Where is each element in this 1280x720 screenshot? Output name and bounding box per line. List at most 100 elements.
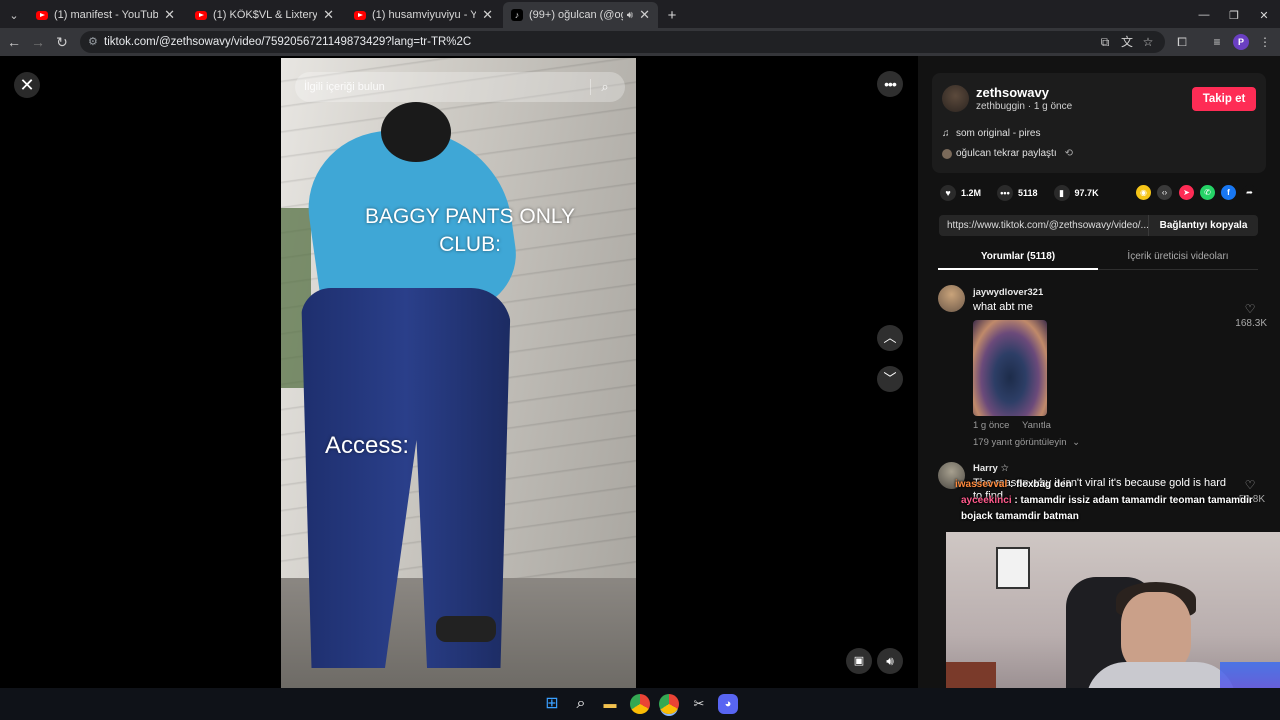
comment-count: 5118 [1018, 188, 1038, 198]
heart-icon: ♥ [940, 185, 956, 201]
follow-button[interactable]: Takip et [1192, 87, 1256, 111]
restore-icon[interactable]: ❐ [1224, 4, 1244, 26]
sound-row[interactable]: ♫ som original - pires [942, 128, 1040, 139]
share-arrow-icon[interactable]: ➦ [1242, 185, 1257, 200]
address-bar[interactable]: ⚙ tiktok.com/@zethsowavy/video/759205672… [80, 31, 1165, 53]
comment-reply-link[interactable]: Yanıtla [1022, 420, 1051, 431]
window-close-icon[interactable]: ✕ [1254, 4, 1274, 26]
comment-icon: ••• [997, 185, 1014, 201]
previous-video-chevron-up-icon[interactable]: ︿ [877, 325, 903, 351]
save-count: 97.7K [1074, 188, 1099, 198]
like-button[interactable]: ♥ 1.2M [940, 185, 981, 201]
close-video-icon[interactable]: ✕ [14, 72, 40, 98]
floating-player-icon[interactable]: ▣ [846, 648, 872, 674]
repost-row: oğulcan tekrar paylaştı ⟲ [942, 148, 1073, 159]
more-options-icon[interactable]: ••• [877, 71, 903, 97]
new-tab-button[interactable]: + [662, 4, 682, 26]
tab-search-chevron-icon[interactable]: ⌄ [4, 4, 24, 26]
youtube-icon [36, 10, 48, 20]
video-frame-shoe [436, 616, 496, 642]
tab-title: (1) husamviyuviyu - YouTube [372, 9, 477, 21]
next-video-chevron-down-icon[interactable]: ﹀ [877, 366, 903, 392]
tab-comments[interactable]: Yorumlar (5118) [938, 251, 1098, 262]
browser-tab-3[interactable]: (1) husamviyuviyu - YouTube ✕ [346, 4, 501, 26]
video-frame-head [381, 102, 451, 162]
reposter-avatar [942, 148, 952, 159]
video-caption-top: BAGGY PANTS ONLY CLUB: [364, 205, 576, 256]
view-replies-link[interactable]: 179 yanıt görüntüleyin ⌄ [973, 437, 1080, 448]
snipping-tool-icon[interactable]: ✂ [689, 694, 709, 714]
file-explorer-icon[interactable]: ▬ [600, 694, 620, 714]
comment-avatar[interactable] [938, 285, 965, 312]
windows-start-icon[interactable]: ⊞ [542, 694, 562, 714]
speaker-icon[interactable]: 🔊︎ [627, 10, 633, 21]
comment-username[interactable]: Harry ☆ [973, 463, 1009, 474]
tab-creator-videos[interactable]: İçerik üreticisi videoları [1098, 251, 1258, 262]
profile-avatar[interactable]: P [1233, 34, 1249, 50]
windows-taskbar: ⊞ ⌕ ▬ ✂ ◕ [0, 688, 1280, 720]
video-player[interactable] [281, 58, 636, 688]
search-placeholder: İlgili içeriği bulun [304, 81, 385, 93]
media-controls-icon[interactable]: ≡ [1209, 34, 1225, 50]
facebook-icon[interactable]: f [1221, 185, 1236, 200]
view-replies-text: 179 yanıt görüntüleyin [973, 437, 1067, 448]
comment-username[interactable]: jaywydlover321 [973, 287, 1043, 298]
chrome-icon[interactable] [630, 694, 650, 714]
chat-message: ayceekinci : tamamdir issiz adam tamamdi… [961, 495, 1253, 522]
comment-like-heart-icon[interactable]: ♡ [1242, 302, 1258, 316]
menu-kebab-icon[interactable]: ⋮ [1257, 34, 1273, 50]
close-tab-icon[interactable]: ✕ [639, 7, 650, 23]
like-count: 1.2M [961, 188, 982, 198]
send-to-friends-icon[interactable]: ➤ [1179, 185, 1194, 200]
chat-username: iwassevval [955, 479, 1008, 490]
music-note-icon: ♫ [942, 128, 950, 139]
chrome-active-icon[interactable] [659, 694, 679, 714]
browser-tab-4-active[interactable]: ♪ (99+) oğulcan (@ogulfiratt) 🔊︎ ✕ [503, 2, 658, 28]
stream-chat-overlay: iwassevval : flexbag den ayceekinci : ta… [955, 477, 1265, 525]
comment-button[interactable]: ••• 5118 [997, 185, 1038, 201]
close-tab-icon[interactable]: ✕ [482, 7, 493, 23]
comment-time: 1 g önce [973, 420, 1010, 431]
copy-link-button[interactable]: Bağlantıyı kopyala [1148, 215, 1258, 236]
whatsapp-icon[interactable]: ✆ [1200, 185, 1215, 200]
related-content-search[interactable]: İlgili içeriği bulun ⌕ [295, 72, 625, 102]
comment-like-count: 168.3K [1235, 318, 1267, 329]
creator-username[interactable]: zethsowavy [976, 85, 1049, 100]
back-arrow-icon[interactable]: ← [4, 32, 24, 52]
url-text: tiktok.com/@zethsowavy/video/75920567211… [104, 36, 472, 48]
browser-tab-2[interactable]: (1) KÖK$VL & Lixtery - Aşırı Tat ✕ [187, 4, 342, 26]
reload-icon[interactable]: ↻ [52, 32, 72, 52]
bookmark-star-icon[interactable]: ☆ [1140, 34, 1156, 50]
install-app-icon[interactable]: ⧉ [1097, 34, 1113, 50]
forward-arrow-icon[interactable]: → [28, 32, 48, 52]
translate-icon[interactable]: 文 [1119, 34, 1135, 50]
browser-tab-bar: ⌄ (1) manifest - YouTube ✕ (1) KÖK$VL & … [0, 0, 1280, 28]
taskbar-search-icon[interactable]: ⌕ [571, 694, 591, 714]
tab-title: (1) KÖK$VL & Lixtery - Aşırı Tat [213, 9, 318, 21]
close-tab-icon[interactable]: ✕ [323, 7, 334, 23]
discord-icon[interactable]: ◕ [718, 694, 738, 714]
engagement-bar: ♥ 1.2M ••• 5118 ▮ 97.7K [940, 184, 1115, 202]
save-button[interactable]: ▮ 97.7K [1053, 185, 1099, 201]
browser-tab-1[interactable]: (1) manifest - YouTube ✕ [28, 4, 183, 26]
chat-text: flexbag den [1016, 479, 1072, 490]
search-divider [590, 79, 591, 95]
embed-code-icon[interactable]: ‹› [1157, 185, 1172, 200]
extensions-icon[interactable]: ⧠ [1174, 34, 1190, 50]
chat-username: ayceekinci [961, 495, 1012, 506]
close-tab-icon[interactable]: ✕ [164, 7, 175, 23]
share-link-text[interactable]: https://www.tiktok.com/@zethsowavy/video… [947, 215, 1152, 236]
comment-image[interactable] [973, 320, 1047, 416]
active-tab-indicator [938, 268, 1098, 270]
site-info-icon[interactable]: ⚙ [88, 31, 98, 53]
search-icon[interactable]: ⌕ [595, 72, 615, 102]
coin-share-icon[interactable]: ◉ [1136, 185, 1151, 200]
minimize-icon[interactable]: — [1194, 4, 1214, 26]
bookmark-icon: ▮ [1053, 185, 1070, 201]
sound-name: som original - pires [956, 128, 1041, 139]
comment-text: what abt me [973, 301, 1033, 313]
share-link-box: https://www.tiktok.com/@zethsowavy/video… [939, 215, 1258, 236]
wall-picture-frame [996, 547, 1030, 589]
creator-avatar[interactable] [942, 85, 969, 112]
volume-icon[interactable]: 🔊︎ [877, 648, 903, 674]
